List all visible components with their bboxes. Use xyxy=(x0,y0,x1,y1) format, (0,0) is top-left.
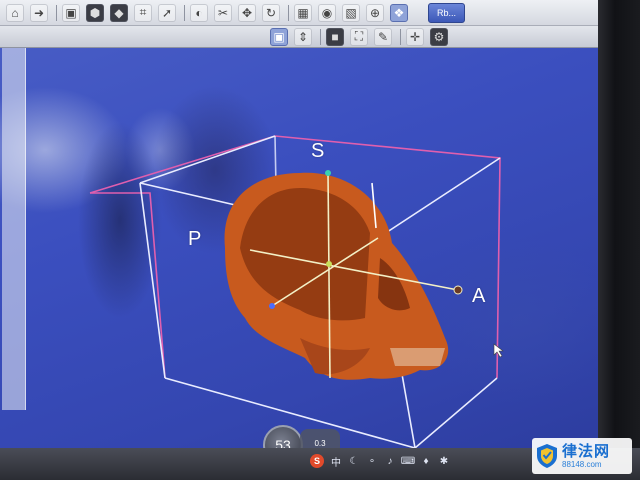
view-toolbar: ▣ ⇕ ■ ⛶ ✎ ✛ ⚙ xyxy=(0,26,600,48)
anterior-label: A xyxy=(472,285,486,307)
move-icon[interactable]: ✥ xyxy=(238,3,256,22)
fill-icon[interactable]: ▧ xyxy=(342,3,360,22)
axis-handle-right[interactable] xyxy=(453,285,463,295)
dots-icon[interactable]: ∘ xyxy=(366,455,378,467)
skull-render xyxy=(224,172,449,380)
toolbar-separator xyxy=(320,28,321,45)
watermark-title: 律法网 xyxy=(562,442,611,460)
arrow-updown-icon[interactable]: ⇕ xyxy=(294,27,312,46)
site-watermark: 律法网 88148.com xyxy=(532,438,632,474)
language-toggle[interactable]: 中 xyxy=(330,455,342,469)
crosshair-icon[interactable]: ✛ xyxy=(406,27,424,46)
cursor-icon[interactable]: ➚ xyxy=(158,3,176,22)
moon-icon[interactable]: ☾ xyxy=(348,455,360,467)
monitor-screen: ⌂ ➜ ▣ ⬢ ◆ ⌗ ➚ ◐ ✂ ✥ ↻ ▦ ◉ ▧ ⊕ ❖ Rb... ▣ … xyxy=(0,0,600,448)
scissors-icon[interactable]: ✂ xyxy=(214,3,232,22)
settings-icon[interactable]: ⚙ xyxy=(430,27,448,46)
mouse-cursor-icon xyxy=(493,343,504,358)
measure-icon[interactable]: ⛶ xyxy=(350,27,368,46)
toolbar-separator xyxy=(56,4,57,21)
monitor-bezel-right xyxy=(598,0,640,480)
drop-icon[interactable]: ◉ xyxy=(318,3,336,22)
teeth xyxy=(390,348,445,366)
watermark-url: 88148.com xyxy=(562,459,602,469)
camera-icon[interactable]: ■ xyxy=(326,27,344,46)
toolbar-separator xyxy=(288,4,289,21)
zoom-detail: 0.3 xyxy=(314,438,326,448)
volume-render-icon[interactable]: ▣ xyxy=(270,27,288,46)
box-top-left-edge xyxy=(139,135,276,184)
zoom-value: 53 xyxy=(275,437,291,448)
ime-logo-icon[interactable]: S xyxy=(310,454,324,468)
tools-icon[interactable]: ✱ xyxy=(438,455,450,467)
box-left-vertical xyxy=(139,182,166,379)
input-method-bar: S 中 ☾ ∘ ♪ ⌨ ♦ ✱ xyxy=(310,452,455,470)
open-button[interactable]: Rb... xyxy=(428,2,466,23)
zoom-step-control[interactable]: 0.3 xyxy=(300,429,340,448)
layers-icon[interactable]: ⬢ xyxy=(86,3,104,22)
contrast-icon[interactable]: ◐ xyxy=(190,3,208,22)
posterior-label: P xyxy=(188,228,202,250)
shirt-icon[interactable]: ♦ xyxy=(420,455,432,467)
save-icon[interactable]: ▣ xyxy=(62,3,80,22)
volume-render-svg xyxy=(89,135,504,448)
axis-handle-top[interactable] xyxy=(325,170,331,176)
rotate-icon[interactable]: ↻ xyxy=(262,3,280,22)
zoom-icon[interactable]: ⊕ xyxy=(366,3,384,22)
keyboard-icon[interactable]: ⌨ xyxy=(401,455,415,467)
shield-icon xyxy=(537,444,557,468)
3d-viewport[interactable]: S P A xyxy=(0,48,600,448)
toolbar-separator xyxy=(400,28,401,45)
view-icon[interactable]: ❖ xyxy=(390,3,408,22)
box-top-diagonal xyxy=(377,157,501,239)
mic-icon[interactable]: ♪ xyxy=(384,455,396,467)
annotate-icon[interactable]: ✎ xyxy=(374,27,392,46)
forward-icon[interactable]: ➜ xyxy=(30,3,48,22)
main-toolbar: ⌂ ➜ ▣ ⬢ ◆ ⌗ ➚ ◐ ✂ ✥ ↻ ▦ ◉ ▧ ⊕ ❖ Rb... xyxy=(0,0,600,26)
cube-icon[interactable]: ◆ xyxy=(110,3,128,22)
crop-icon[interactable]: ⌗ xyxy=(134,3,152,22)
toolbar-separator xyxy=(184,4,185,21)
axis-center-point[interactable] xyxy=(326,261,332,267)
axis-handle-left[interactable] xyxy=(269,303,275,309)
superior-label: S xyxy=(311,140,325,162)
box-bottom-right-edge xyxy=(414,377,498,448)
home-icon[interactable]: ⌂ xyxy=(6,3,24,22)
grid-icon[interactable]: ▦ xyxy=(294,3,312,22)
